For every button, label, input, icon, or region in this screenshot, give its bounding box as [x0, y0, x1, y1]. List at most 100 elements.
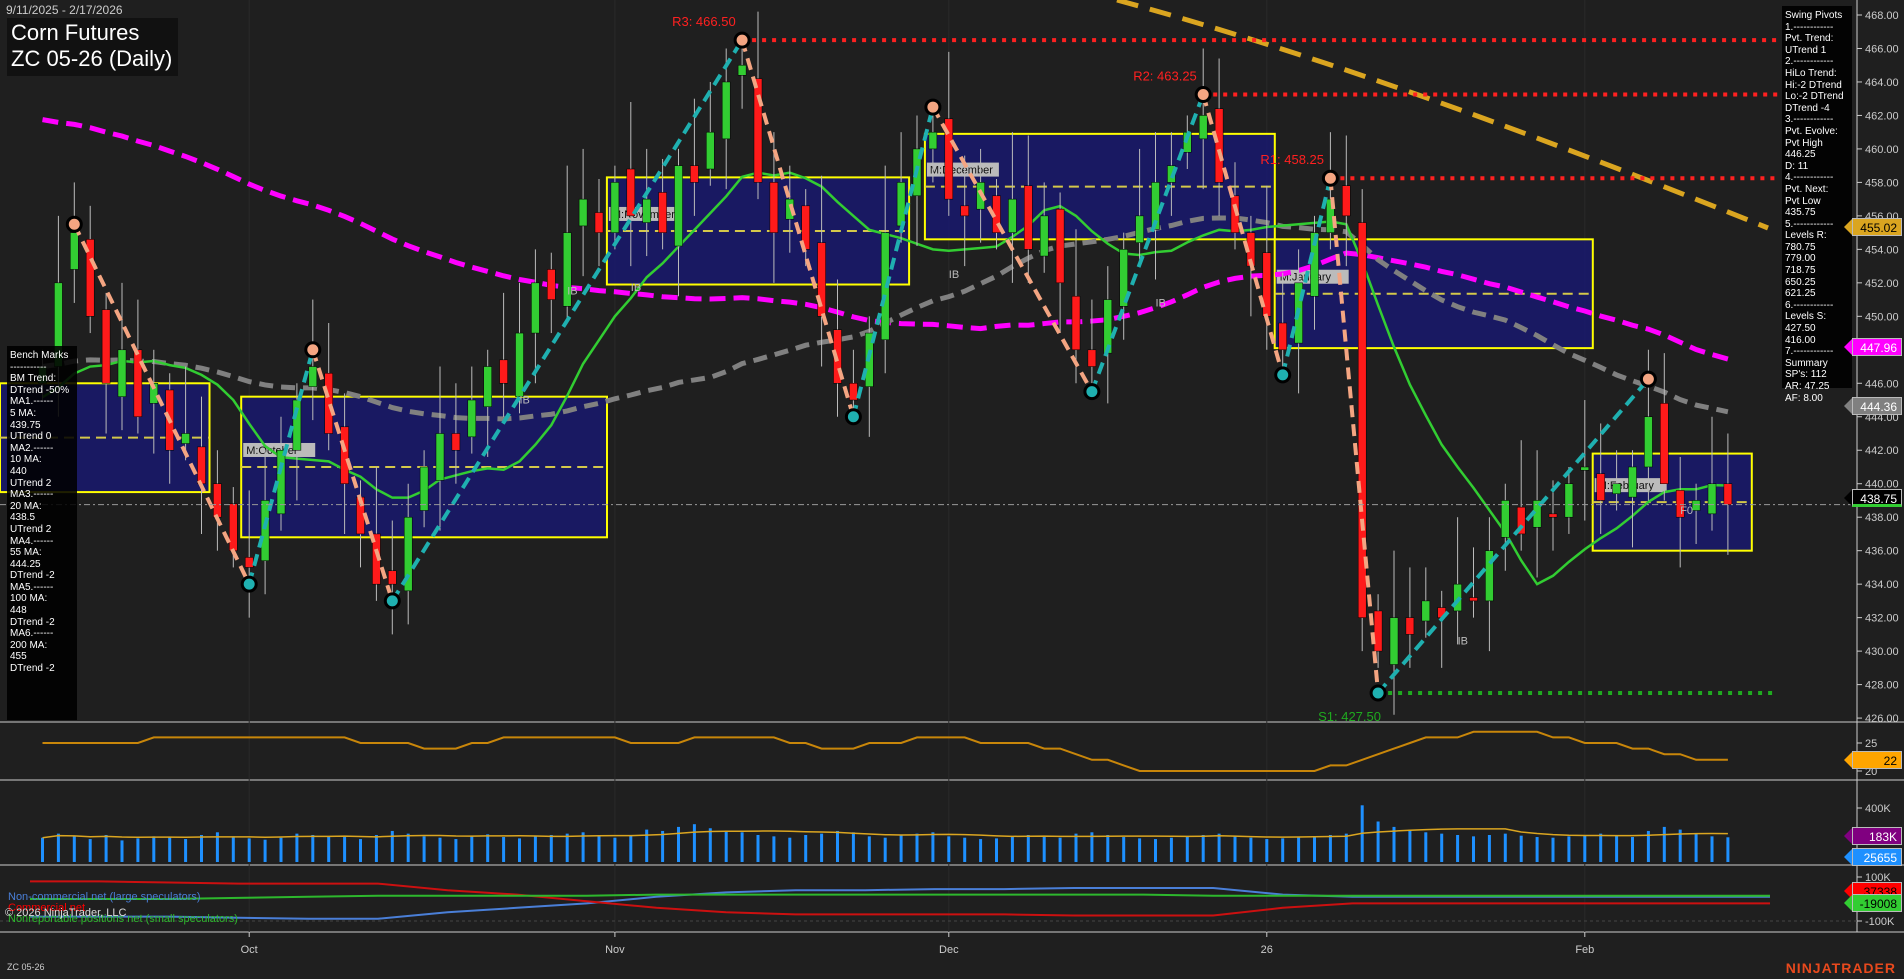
volume-bar — [247, 838, 251, 862]
volume-bar — [788, 837, 792, 862]
sub-tick-label: -100K — [1865, 916, 1895, 928]
volume-bar — [820, 833, 824, 862]
candle-body — [1644, 416, 1653, 468]
swing-pivots-line: 4.------------ — [1785, 172, 1834, 184]
pivot-high-marker — [924, 98, 942, 116]
price-tick-label: 442.00 — [1865, 445, 1899, 457]
price-tick-label: 434.00 — [1865, 579, 1899, 591]
volume-bar — [374, 835, 378, 862]
ma100-badge: 447.96 — [1844, 338, 1902, 356]
candle-body — [896, 182, 906, 227]
volume-bar — [1710, 836, 1714, 862]
bench-marks-line: BM Trend: — [10, 373, 57, 385]
candle-body — [928, 131, 938, 150]
volume-bar — [549, 835, 553, 862]
candle-body — [658, 192, 667, 233]
pivot-high-marker — [1194, 86, 1212, 104]
volume-bar — [311, 835, 315, 862]
volume-bar — [1169, 837, 1173, 862]
volume-bar — [724, 830, 728, 862]
pivot-level-label: R1: 458.25 — [1260, 152, 1324, 167]
volume-bar — [1408, 829, 1412, 862]
month-box-label: M:December — [930, 165, 993, 177]
swing-pivots-line: 780.75 — [1785, 241, 1816, 253]
volume-bar — [1122, 837, 1126, 862]
candle-body — [690, 165, 699, 183]
candle-body — [849, 383, 858, 401]
swing-pivots-line: Pvt Low — [1785, 195, 1821, 207]
bench-marks-line: MA2.------ — [10, 442, 54, 454]
bench-marks-line: 10 MA: — [10, 454, 42, 466]
volume-bar — [359, 839, 362, 862]
swing-pivots-line: D: 11 — [1785, 160, 1809, 172]
date-tick-label: 26 — [1261, 944, 1273, 956]
ib-label: IB — [567, 286, 577, 298]
ib-label: IB — [949, 269, 959, 281]
swing-pivots-line: 427.50 — [1785, 323, 1816, 335]
swing-pivots-line: 2.------------ — [1785, 56, 1834, 68]
candle-body — [435, 433, 445, 481]
candle-body — [1580, 466, 1590, 471]
volume-bar — [1185, 836, 1189, 862]
swing-pivots-line: 1.------------ — [1785, 21, 1834, 33]
volume-bar — [104, 835, 108, 862]
pivot-high-marker — [1639, 370, 1657, 388]
ib-label: IB — [1458, 635, 1468, 647]
chart-title: Corn Futures ZC 05-26 (Daily) — [7, 18, 179, 76]
volume-bar — [1313, 836, 1316, 862]
bench-marks-line: MA3.------ — [10, 489, 54, 501]
volume-bar — [1392, 826, 1396, 862]
price-tick-label: 428.00 — [1865, 680, 1899, 692]
swing-pivots-line: Pvt. Next: — [1785, 183, 1829, 195]
candle-body — [101, 309, 111, 384]
bench-marks-line: 455 — [10, 651, 27, 663]
volume-bar — [263, 839, 267, 862]
volume-bar — [851, 832, 855, 862]
volume-bar — [565, 833, 569, 862]
candle-body — [1405, 617, 1415, 635]
bench-marks-line: UTrend 0 — [10, 431, 52, 443]
candle-body — [1548, 513, 1558, 518]
volume-bar — [1535, 837, 1539, 862]
candle-body — [642, 198, 651, 223]
volume-bar — [581, 832, 585, 862]
candle-body — [197, 446, 206, 484]
volume-bar — [136, 838, 140, 862]
candle-body — [1008, 198, 1017, 233]
swing-pivots-line: Levels R: — [1785, 230, 1827, 242]
last-price-badge: 438.75 — [1844, 489, 1902, 507]
swing-pivots-line: Swing Pivots — [1785, 10, 1843, 21]
candle-body — [1039, 215, 1049, 257]
volume-bar — [1662, 826, 1666, 862]
pivot-high-marker — [1321, 169, 1339, 187]
volume-bar — [1694, 833, 1698, 862]
ib-label: IB — [631, 282, 641, 294]
month-box-label: M:February — [1598, 480, 1655, 492]
bench-marks-line: DTrend -2 — [10, 663, 55, 675]
volume-bar — [1281, 838, 1285, 862]
volume-bar — [406, 833, 410, 862]
price-chart[interactable]: 468.00466.00464.00462.00460.00458.00456.… — [0, 0, 1904, 979]
volume-bar — [1583, 835, 1587, 862]
candle-body — [721, 81, 731, 140]
volume-bar — [1376, 821, 1380, 862]
candle-body — [1612, 483, 1621, 495]
volume-bar — [41, 837, 44, 862]
ib-label: F0 — [1680, 505, 1693, 517]
swing-pivots-line: Pvt. Trend: — [1785, 33, 1834, 45]
volume-bar — [502, 837, 506, 862]
symbol-footer: ZC 05-26 — [7, 962, 45, 972]
candle-body — [626, 168, 636, 217]
bench-marks-line: 448 — [10, 605, 27, 617]
volume-bar — [1297, 837, 1301, 862]
pivot-high-marker — [733, 31, 751, 49]
volume-bar — [1106, 835, 1110, 862]
candle-body — [1469, 597, 1478, 602]
swing-pivots-line: 779.00 — [1785, 253, 1816, 265]
volume-bar — [533, 836, 537, 862]
candle-body — [1660, 403, 1669, 484]
volume-bar — [1551, 837, 1555, 862]
candle-body — [1055, 208, 1065, 284]
volume-bar — [692, 824, 696, 862]
volume-bar — [279, 837, 283, 862]
